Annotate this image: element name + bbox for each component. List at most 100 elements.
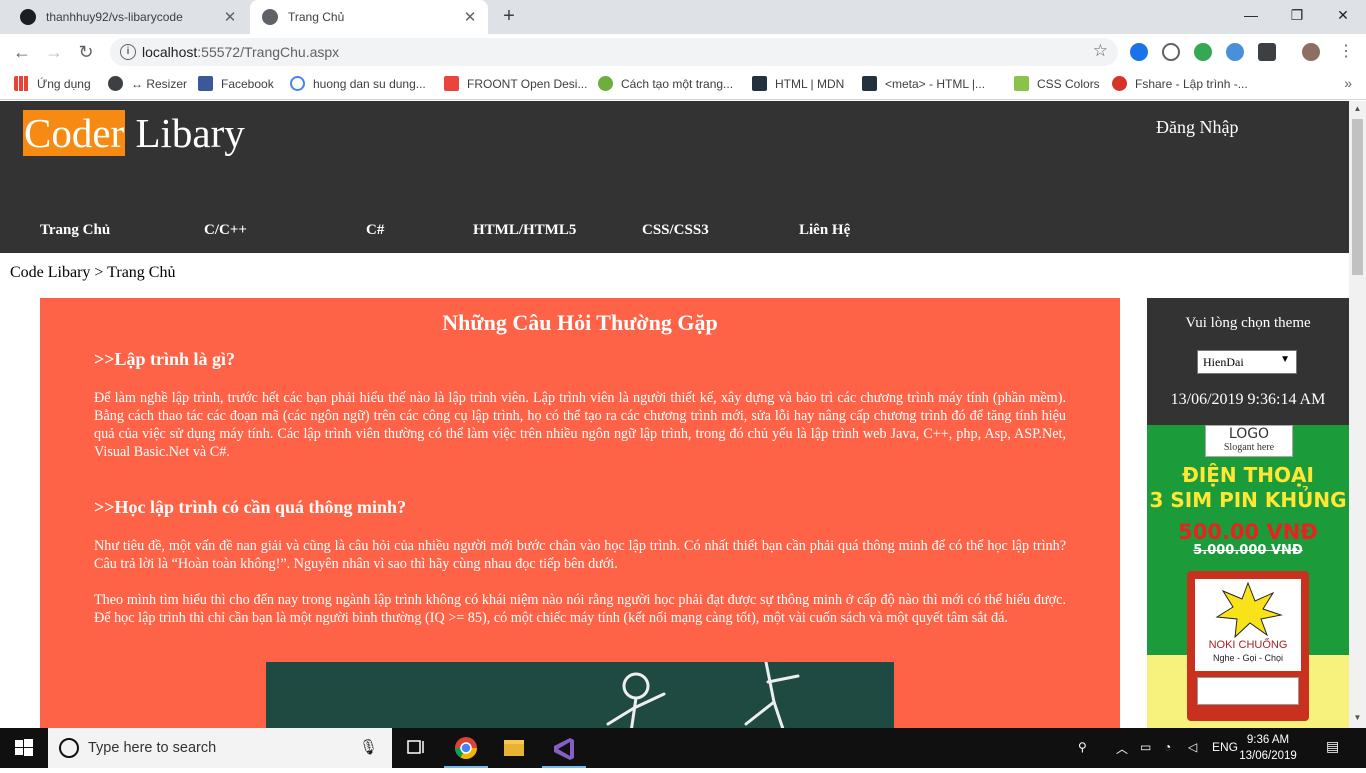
wifi-icon[interactable]: ◔ xyxy=(1164,740,1171,754)
extension-icon[interactable] xyxy=(1258,43,1276,61)
search-placeholder: Type here to search xyxy=(88,740,217,756)
sidebar: Vui lòng chọn theme HienDai ▼ 13/06/2019… xyxy=(1147,298,1349,728)
menu-icon[interactable]: ⋮ xyxy=(1334,40,1358,64)
fshare-icon xyxy=(1112,76,1127,91)
chrome-taskbar-icon[interactable] xyxy=(444,732,488,768)
sync-extension-icon[interactable] xyxy=(1162,43,1180,61)
taskbar-clock[interactable]: 9:36 AM 13/06/2019 xyxy=(1238,732,1298,764)
bookmark-froont[interactable]: FROONT Open Desi... xyxy=(444,76,587,91)
bookmarks-bar: Ứng dụng ↔ Resizer Facebook huong dan su… xyxy=(0,70,1366,100)
phone-tagline: Nghe - Gọi - Chọi xyxy=(1212,653,1284,663)
bookmark-mdn-html[interactable]: HTML | MDN xyxy=(752,76,844,91)
page-scrollbar[interactable]: ▲ ▼ xyxy=(1349,101,1366,728)
file-explorer-icon[interactable] xyxy=(492,732,536,768)
bookmark-fshare[interactable]: Fshare - Lập trình -... xyxy=(1112,76,1248,91)
bookmark-wordpress[interactable]: Cách tạo một trang... xyxy=(598,76,733,91)
answer-paragraph: Theo mình tìm hiểu thì cho đến nay trong… xyxy=(94,592,1066,626)
bookmark-star-icon[interactable]: ☆ xyxy=(1093,41,1108,61)
tab-title: Trang Chủ xyxy=(288,10,345,24)
web-page: Coder Libary Đăng Nhập Trang Chủ C/C++ C… xyxy=(0,101,1349,728)
nav-css[interactable]: CSS/CSS3 xyxy=(642,222,709,239)
bookmark-facebook[interactable]: Facebook xyxy=(198,76,274,91)
resizer-icon xyxy=(108,76,123,91)
faq-content: Những Câu Hỏi Thường Gặp >>Lập trình là … xyxy=(40,298,1120,728)
taskbar-date: 13/06/2019 xyxy=(1239,750,1297,762)
ad-logo: LOGO Slogant here xyxy=(1205,425,1293,457)
theme-label: Vui lòng chọn theme xyxy=(1185,315,1311,331)
w3schools-icon xyxy=(1014,76,1029,91)
input-language[interactable]: ENG xyxy=(1212,740,1238,754)
bookmark-google[interactable]: huong dan su dung... xyxy=(290,76,426,91)
scroll-up-icon[interactable]: ▲ xyxy=(1352,104,1363,113)
tab-title: thanhhuy92/vs-libarycode xyxy=(46,10,183,24)
phone-brand: NOKI CHUỐNG xyxy=(1208,639,1288,651)
phone-keypad xyxy=(1197,677,1299,705)
phone-advertisement[interactable]: LOGO Slogant here ĐIỆN THOẠI 3 SIM PIN K… xyxy=(1147,425,1349,728)
taskbar-search[interactable]: Type here to search 🎙 xyxy=(48,728,392,768)
chalkboard-image xyxy=(266,662,894,728)
scroll-down-icon[interactable]: ▼ xyxy=(1352,713,1363,722)
microphone-icon[interactable]: 🎙 xyxy=(359,738,378,756)
nav-csharp[interactable]: C# xyxy=(366,222,384,239)
theme-select-value: HienDai xyxy=(1203,355,1244,369)
facebook-icon xyxy=(198,76,213,91)
cortana-icon xyxy=(59,738,79,758)
profile-avatar[interactable] xyxy=(1302,43,1320,61)
answer-paragraph: Như tiêu đề, một vấn đề nan giải và cũng… xyxy=(94,538,1066,572)
nav-html[interactable]: HTML/HTML5 xyxy=(473,222,576,239)
maximize-button[interactable]: ❐ xyxy=(1274,0,1320,30)
bookmark-css-colors[interactable]: CSS Colors xyxy=(1014,76,1100,91)
wordpress-icon xyxy=(598,76,613,91)
close-tab-icon[interactable]: ✕ xyxy=(222,8,238,26)
extension-icon[interactable] xyxy=(1130,43,1148,61)
volume-icon[interactable]: ◁ xyxy=(1188,740,1197,754)
minimize-button[interactable]: — xyxy=(1228,0,1274,30)
reload-button[interactable]: ↻ xyxy=(74,40,98,64)
back-button[interactable]: ← xyxy=(10,40,34,64)
task-view-icon[interactable] xyxy=(394,732,438,768)
earth-extension-icon[interactable] xyxy=(1194,43,1212,61)
forward-button[interactable]: → xyxy=(42,40,66,64)
bookmark-apps[interactable]: Ứng dụng xyxy=(14,76,91,91)
battery-icon[interactable]: ▭ xyxy=(1140,740,1151,754)
taskbar-time: 9:36 AM xyxy=(1246,734,1290,746)
ad-old-price: 5.000.000 VNĐ xyxy=(1193,543,1303,558)
faq-heading: Những Câu Hỏi Thường Gặp xyxy=(442,310,718,335)
address-bar[interactable]: i localhost:55572/TrangChu.aspx ☆ xyxy=(110,38,1118,66)
scrollbar-thumb[interactable] xyxy=(1352,119,1363,275)
tab-github[interactable]: thanhhuy92/vs-libarycode ✕ xyxy=(8,0,248,34)
theme-select[interactable]: HienDai ▼ xyxy=(1197,350,1297,374)
site-logo[interactable]: Coder Libary xyxy=(23,109,245,157)
answer-paragraph: Để làm nghề lập trình, trước hết các bạn… xyxy=(94,390,1066,460)
show-hidden-icons[interactable]: ︿ xyxy=(1116,740,1128,757)
ad-headline: ĐIỆN THOẠI xyxy=(1182,463,1314,487)
mdn-icon xyxy=(862,76,877,91)
info-icon[interactable]: i xyxy=(120,44,136,60)
github-icon xyxy=(20,9,36,25)
url-text: localhost:55572/TrangChu.aspx xyxy=(142,44,340,60)
people-icon[interactable]: ⚲ xyxy=(1078,740,1087,754)
windows-start-button[interactable] xyxy=(0,728,48,768)
nav-lien-he[interactable]: Liên Hệ xyxy=(799,222,850,239)
mdn-icon xyxy=(752,76,767,91)
close-window-button[interactable]: ✕ xyxy=(1320,0,1366,30)
new-tab-button[interactable]: + xyxy=(498,5,520,27)
bookmark-resizer[interactable]: ↔ Resizer xyxy=(108,76,187,91)
close-tab-icon[interactable]: ✕ xyxy=(462,8,478,26)
login-link[interactable]: Đăng Nhập xyxy=(1156,117,1238,138)
nav-c-cpp[interactable]: C/C++ xyxy=(204,222,247,239)
nav-trang-chu[interactable]: Trang Chủ xyxy=(40,222,110,239)
visual-studio-icon[interactable] xyxy=(542,732,586,768)
ad-price: 500.00 VNĐ xyxy=(1178,520,1318,544)
bookmark-mdn-meta[interactable]: <meta> - HTML |... xyxy=(862,76,985,91)
notification-icon[interactable]: ▤ xyxy=(1326,738,1339,755)
r-extension-icon[interactable] xyxy=(1226,43,1244,61)
breadcrumb: Code Libary > Trang Chủ xyxy=(10,264,176,281)
dropdown-arrow-icon: ▼ xyxy=(1280,354,1290,365)
browser-tab-bar: thanhhuy92/vs-libarycode ✕ Trang Chủ ✕ +… xyxy=(0,0,1366,34)
tab-trang-chu[interactable]: Trang Chủ ✕ xyxy=(250,0,488,34)
ad-subheadline: 3 SIM PIN KHỦNG xyxy=(1149,488,1347,512)
more-bookmarks-icon[interactable]: » xyxy=(1344,75,1352,91)
browser-toolbar: ← → ↻ i localhost:55572/TrangChu.aspx ☆ … xyxy=(0,34,1366,70)
star-burst-icon xyxy=(1215,581,1283,639)
